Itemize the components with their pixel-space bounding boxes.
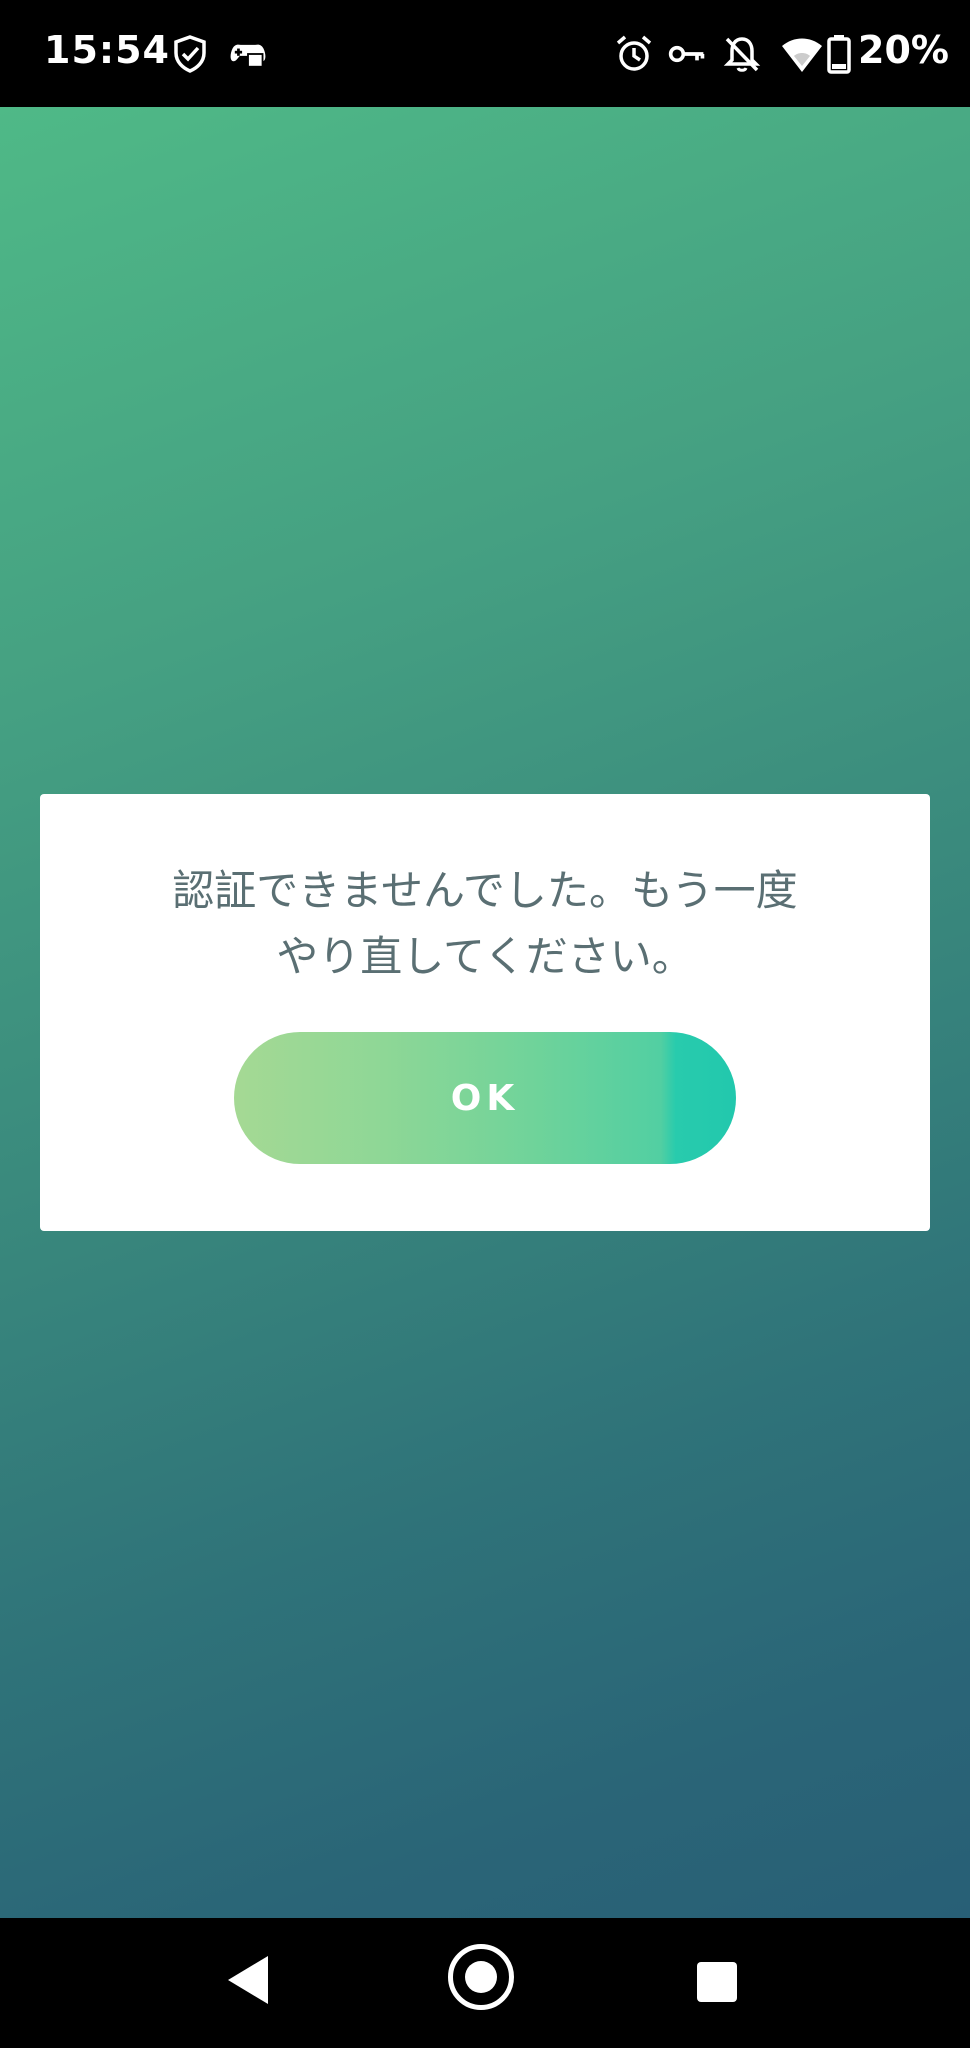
navigation-bar <box>0 1918 970 2048</box>
screen: 15:54 20% 認証できませんでした。もう一度 やり直してください。 OK <box>0 0 970 2048</box>
status-bar: 15:54 20% <box>0 0 970 107</box>
battery-percent: 20% <box>858 28 949 72</box>
battery-icon <box>827 35 851 74</box>
wifi-icon <box>782 38 822 72</box>
alarm-icon <box>616 35 652 71</box>
gamepad-icon <box>230 44 266 68</box>
error-dialog: 認証できませんでした。もう一度 やり直してください。 OK <box>40 794 930 1231</box>
shield-check-icon <box>174 35 206 73</box>
back-icon[interactable] <box>228 1956 268 2004</box>
status-time: 15:54 <box>44 28 170 72</box>
vpn-key-icon <box>668 45 705 63</box>
dialog-message: 認証できませんでした。もう一度 やり直してください。 <box>172 866 798 981</box>
notifications-off-icon <box>723 37 761 72</box>
recents-icon[interactable] <box>697 1962 737 2002</box>
ok-button[interactable]: OK <box>234 1032 736 1164</box>
home-icon[interactable] <box>448 1944 514 2010</box>
